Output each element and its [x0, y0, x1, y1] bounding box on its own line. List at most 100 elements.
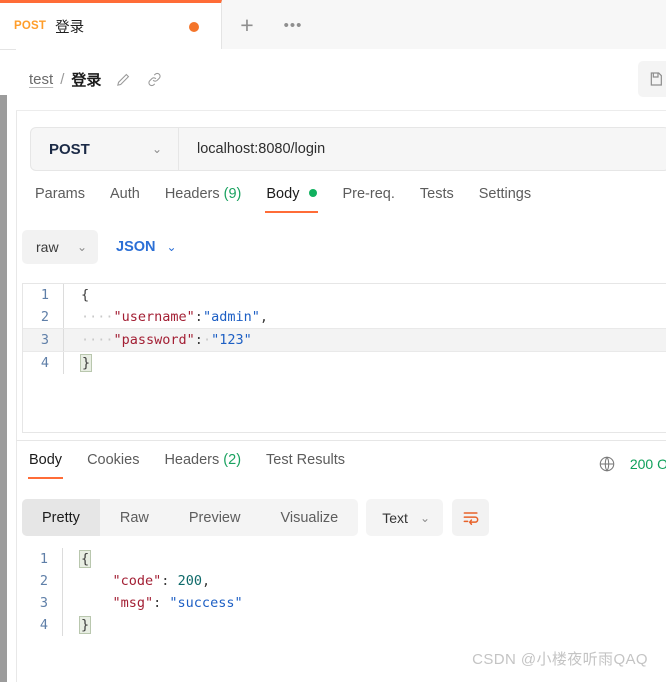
new-tab-button[interactable]: + [232, 11, 262, 39]
response-view-preview-label: Preview [188, 509, 241, 526]
response-tab-headers[interactable]: Headers (2) [154, 452, 251, 479]
tab-settings-label: Settings [478, 186, 532, 202]
matching-brace: } [79, 354, 93, 372]
json-key: "username" [113, 309, 195, 325]
response-tab-cookies[interactable]: Cookies [77, 452, 149, 479]
response-view-visualize[interactable]: Visualize [260, 499, 358, 536]
space-guide: · [202, 332, 212, 348]
tab-tests-label: Tests [419, 186, 454, 202]
matching-brace: } [78, 616, 92, 634]
breadcrumb-request-name: 登录 [71, 72, 102, 89]
tab-method-label: POST [14, 20, 47, 32]
url-bar: POST ⌄ localhost:8080/login [30, 127, 666, 171]
fold-rail [63, 284, 77, 306]
word-wrap-button[interactable] [452, 499, 489, 536]
chevron-down-icon: ⌄ [151, 142, 162, 156]
response-view-preview[interactable]: Preview [169, 499, 261, 536]
response-body-viewer[interactable]: 1 { 2 "code": 200, 3 "msg": "success" 4 … [22, 548, 666, 658]
fold-rail [62, 592, 76, 614]
response-format-label: Text [382, 509, 408, 526]
response-view-segmented: Pretty Raw Preview Visualize [22, 499, 359, 536]
fold-rail [62, 614, 76, 636]
line-number: 1 [39, 551, 48, 567]
body-type-row: raw ⌄ JSON ⌄ [22, 230, 177, 264]
chevron-down-icon: ⌄ [76, 240, 87, 254]
code-text: ····"password":·"123" [77, 329, 252, 351]
indent-guide: ···· [81, 332, 114, 348]
response-view-raw[interactable]: Raw [100, 499, 169, 536]
code-line: 4 } [22, 614, 666, 636]
response-tab-body[interactable]: Body [19, 452, 72, 479]
line-number: 2 [39, 573, 48, 589]
body-mode-label: raw [36, 239, 59, 255]
code-text: "msg": "success" [76, 592, 243, 614]
left-gutter [7, 95, 17, 682]
body-mode-select[interactable]: raw ⌄ [22, 230, 98, 264]
tab-auth[interactable]: Auth [100, 186, 150, 213]
body-format-label: JSON [116, 239, 156, 255]
link-icon[interactable] [146, 71, 163, 88]
json-key: "password" [113, 332, 195, 348]
tab-settings[interactable]: Settings [469, 186, 541, 213]
tab-auth-label: Auth [109, 186, 140, 202]
body-present-dot-icon [309, 189, 318, 197]
breadcrumb-collection-link[interactable]: test [29, 71, 53, 88]
response-view-visualize-label: Visualize [280, 509, 339, 526]
chevron-down-icon: ⌄ [166, 240, 177, 254]
response-tab-body-label: Body [29, 452, 63, 468]
unsaved-changes-dot-icon [189, 22, 199, 32]
response-tab-test-results-label: Test Results [266, 452, 346, 468]
save-request-button[interactable] [638, 61, 666, 97]
tab-params[interactable]: Params [25, 186, 95, 213]
ellipsis-icon: ••• [283, 16, 303, 34]
code-line: 2 "code": 200, [22, 570, 666, 592]
fold-rail [62, 548, 76, 570]
tab-pre-request[interactable]: Pre-req. [332, 186, 404, 213]
code-text: ····"username":"admin", [77, 306, 268, 328]
tab-title-label: 登录 [55, 19, 85, 36]
fold-rail [63, 306, 77, 328]
line-number: 1 [40, 287, 49, 303]
json-colon: : [194, 332, 203, 348]
response-status-group: 200 O [598, 455, 666, 473]
code-text: "code": 200, [76, 570, 211, 592]
json-value: "success" [161, 595, 243, 611]
fold-rail [63, 352, 77, 374]
response-section-tabs: Body Cookies Headers (2) Test Results 20… [16, 452, 666, 488]
response-format-select[interactable]: Text ⌄ [366, 499, 443, 536]
json-value: "admin" [202, 309, 260, 325]
tab-options-button[interactable]: ••• [276, 12, 310, 38]
http-method-label: POST [49, 140, 90, 158]
body-format-select[interactable]: JSON ⌄ [116, 239, 177, 255]
response-tab-test-results[interactable]: Test Results [256, 452, 355, 479]
fold-rail [62, 570, 76, 592]
code-line: 2 ····"username":"admin", [23, 306, 666, 328]
tab-headers[interactable]: Headers (9) [155, 186, 252, 213]
breadcrumb-separator: / [60, 71, 65, 88]
tab-pre-request-label: Pre-req. [342, 186, 395, 202]
tab-body[interactable]: Body [256, 186, 327, 213]
json-number: 200 [169, 573, 202, 589]
response-view-pretty-label: Pretty [42, 509, 80, 526]
tab-tests[interactable]: Tests [410, 186, 464, 213]
json-colon: : [194, 309, 203, 325]
line-number: 3 [40, 332, 49, 348]
response-view-pretty[interactable]: Pretty [22, 499, 100, 536]
request-section-tabs: Params Auth Headers (9) Body Pre-req. Te… [16, 186, 666, 224]
request-tab-bar: POST 登录 + ••• [0, 0, 666, 50]
request-tab-login[interactable]: POST 登录 [0, 0, 222, 49]
globe-icon[interactable] [598, 455, 616, 473]
http-method-select[interactable]: POST ⌄ [31, 128, 179, 170]
code-line: 1 { [23, 284, 666, 306]
request-body-editor[interactable]: 1 { 2 ····"username":"admin", 3 ····"pas… [22, 283, 666, 433]
json-comma: , [259, 309, 268, 325]
code-text: } [76, 614, 92, 636]
tab-headers-count: (9) [223, 186, 242, 202]
code-line: 3 ····"password":·"123" [23, 328, 666, 352]
sidebar-scrollbar[interactable] [0, 95, 7, 682]
pencil-icon[interactable] [115, 71, 132, 88]
response-view-raw-label: Raw [119, 509, 149, 526]
url-input[interactable]: localhost:8080/login [179, 141, 325, 157]
